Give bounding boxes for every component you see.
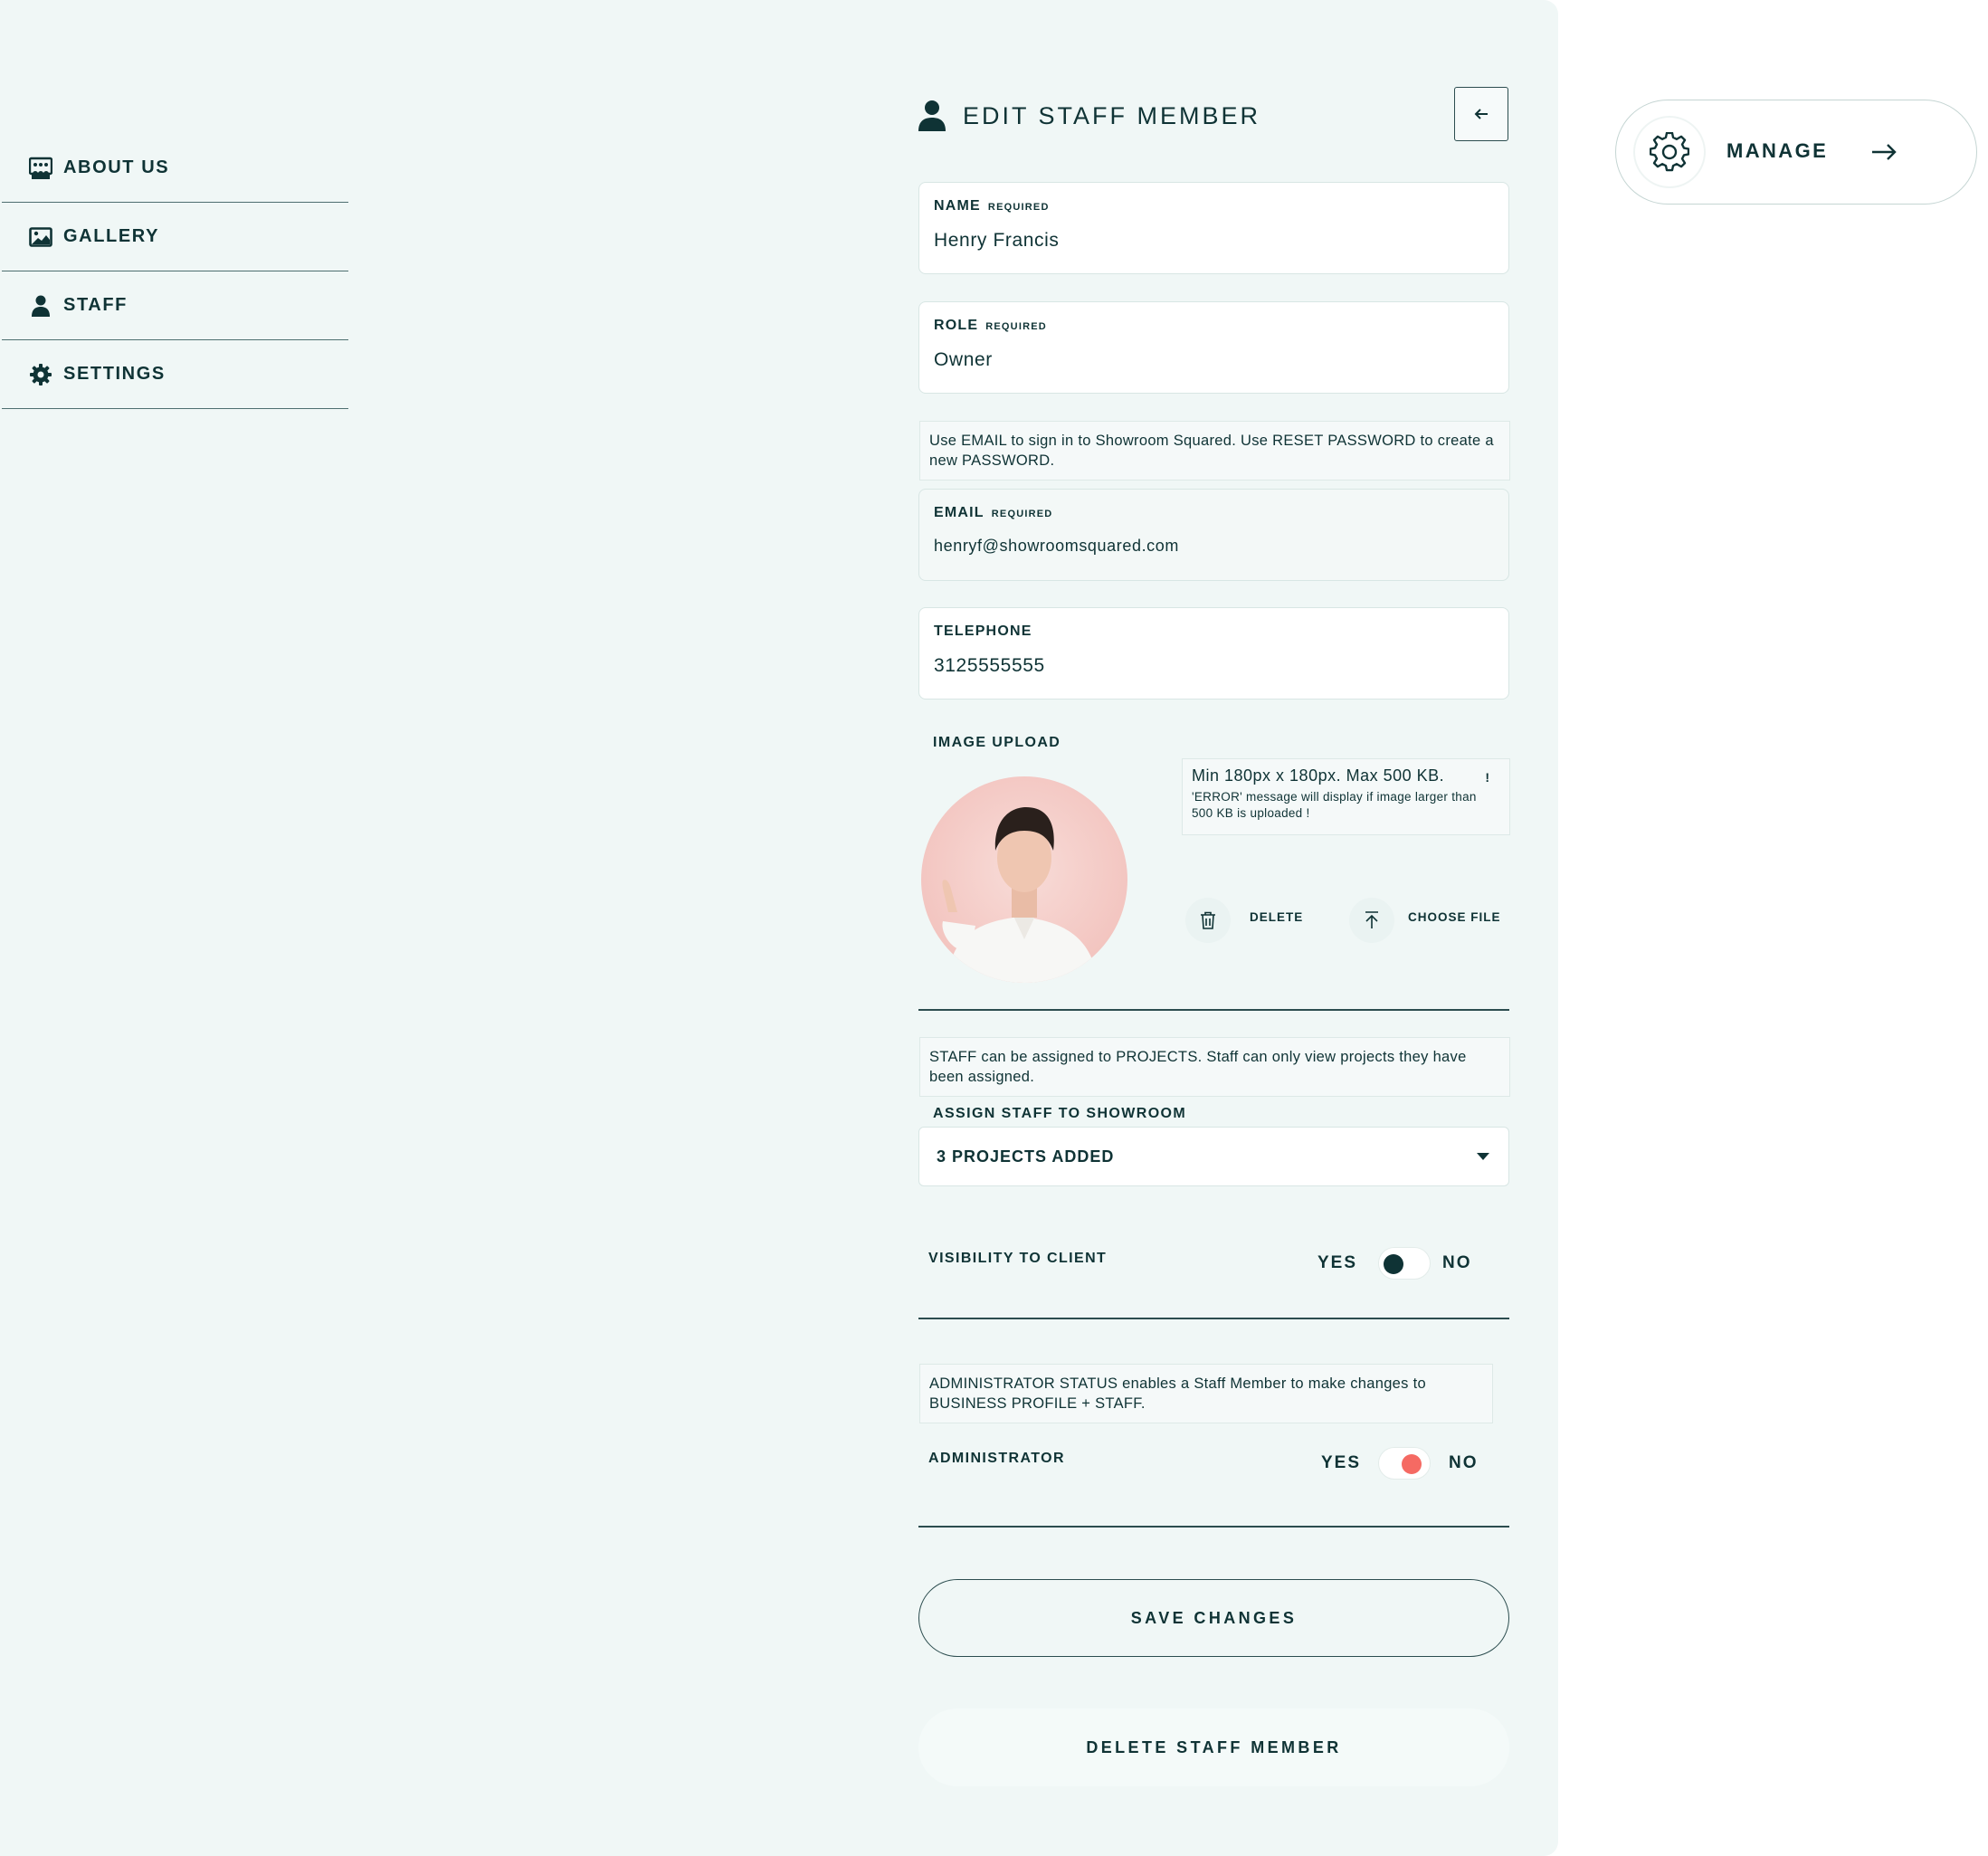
name-input[interactable]	[934, 230, 1477, 252]
chevron-down-icon	[1477, 1153, 1489, 1160]
telephone-label: TELEPHONE	[934, 623, 1032, 639]
staff-photo	[921, 776, 1127, 983]
staff-note: STAFF can be assigned to PROJECTS. Staff…	[919, 1037, 1510, 1097]
visibility-yes-label[interactable]: YES	[1317, 1253, 1357, 1273]
image-size-hint: Min 180px x 180px. Max 500 KB.	[1192, 766, 1445, 785]
divider	[918, 1526, 1509, 1528]
sidebar-item-about-us[interactable]: ABOUT US	[2, 134, 348, 203]
delete-staff-member-button[interactable]: DELETE STAFF MEMBER	[918, 1708, 1509, 1786]
required-tag: REQUIRED	[985, 321, 1047, 332]
image-error-hint: 'ERROR' message will display if image la…	[1192, 790, 1477, 820]
admin-note: ADMINISTRATOR STATUS enables a Staff Mem…	[919, 1364, 1493, 1423]
sidebar-nav: ABOUT US GALLERY STAFF SETTINGS	[2, 134, 348, 409]
image-info-box: Min 180px x 180px. Max 500 KB. ! 'ERROR'…	[1182, 758, 1510, 835]
save-changes-button[interactable]: SAVE CHANGES	[918, 1579, 1509, 1657]
choose-file-label[interactable]: CHOOSE FILE	[1408, 910, 1501, 924]
sidebar-item-label: GALLERY	[63, 226, 160, 246]
staff-photo-illustration	[942, 807, 1098, 983]
choose-file-button[interactable]	[1349, 898, 1394, 943]
manage-button[interactable]: MANAGE	[1615, 100, 1977, 205]
email-input	[934, 537, 1477, 556]
email-note: Use EMAIL to sign in to Showroom Squared…	[919, 421, 1510, 481]
visibility-no-label[interactable]: NO	[1442, 1253, 1472, 1273]
divider	[918, 1009, 1509, 1011]
about-us-icon	[29, 157, 52, 179]
toggle-knob	[1384, 1254, 1403, 1274]
arrow-right-icon	[1872, 144, 1897, 160]
role-field[interactable]: ROLE REQUIRED	[918, 301, 1509, 394]
divider	[918, 1318, 1509, 1319]
sidebar-item-label: ABOUT US	[63, 157, 170, 177]
assign-showroom-select[interactable]: 3 PROJECTS ADDED	[918, 1127, 1509, 1186]
name-label-text: NAME	[934, 198, 981, 214]
sidebar-item-staff[interactable]: STAFF	[2, 271, 348, 340]
sidebar-item-settings[interactable]: SETTINGS	[2, 340, 348, 409]
visibility-toggle[interactable]	[1378, 1247, 1431, 1280]
trash-icon	[1201, 911, 1215, 929]
toggle-knob	[1402, 1454, 1422, 1474]
page-title: EDIT STAFF MEMBER	[963, 101, 1261, 129]
role-input[interactable]	[934, 349, 1477, 371]
assign-staff-label: ASSIGN STAFF TO SHOWROOM	[933, 1106, 1187, 1121]
gear-icon	[1650, 132, 1689, 172]
sidebar-item-gallery[interactable]: GALLERY	[2, 203, 348, 271]
role-label: ROLE REQUIRED	[934, 318, 1047, 334]
main-panel: ABOUT US GALLERY STAFF SETTINGS EDIT STA…	[0, 0, 1558, 1856]
page-header: EDIT STAFF MEMBER	[918, 100, 1260, 132]
sidebar-item-label: SETTINGS	[63, 364, 166, 384]
role-label-text: ROLE	[934, 318, 979, 333]
gear-icon	[30, 363, 52, 385]
user-icon	[918, 100, 946, 131]
administrator-no-label[interactable]: NO	[1449, 1453, 1479, 1473]
required-tag: REQUIRED	[987, 202, 1050, 213]
email-label: EMAIL REQUIRED	[934, 505, 1052, 521]
selected-value: 3 PROJECTS ADDED	[937, 1147, 1115, 1166]
back-button[interactable]	[1454, 87, 1508, 141]
email-label-text: EMAIL	[934, 505, 984, 520]
telephone-field[interactable]: TELEPHONE	[918, 607, 1509, 700]
administrator-toggle[interactable]	[1378, 1447, 1431, 1480]
required-tag: REQUIRED	[991, 509, 1053, 519]
administrator-yes-label[interactable]: YES	[1321, 1453, 1361, 1473]
visibility-label: VISIBILITY TO CLIENT	[928, 1251, 1108, 1266]
name-field[interactable]: NAME REQUIRED	[918, 182, 1509, 274]
warning-mark: !	[1485, 770, 1489, 785]
gear-icon-circle	[1635, 118, 1704, 186]
arrow-left-icon	[1474, 109, 1488, 119]
manage-label: MANAGE	[1726, 139, 1829, 162]
administrator-label: ADMINISTRATOR	[928, 1451, 1065, 1466]
user-icon	[32, 295, 50, 317]
gallery-icon	[29, 226, 52, 247]
email-field: EMAIL REQUIRED	[918, 489, 1509, 581]
name-label: NAME REQUIRED	[934, 198, 1050, 214]
image-upload-label: IMAGE UPLOAD	[933, 735, 1061, 750]
upload-icon	[1365, 911, 1378, 928]
telephone-input[interactable]	[934, 655, 1477, 677]
sidebar-item-label: STAFF	[63, 295, 128, 315]
delete-image-label[interactable]: DELETE	[1250, 910, 1303, 924]
delete-image-button[interactable]	[1185, 898, 1231, 943]
